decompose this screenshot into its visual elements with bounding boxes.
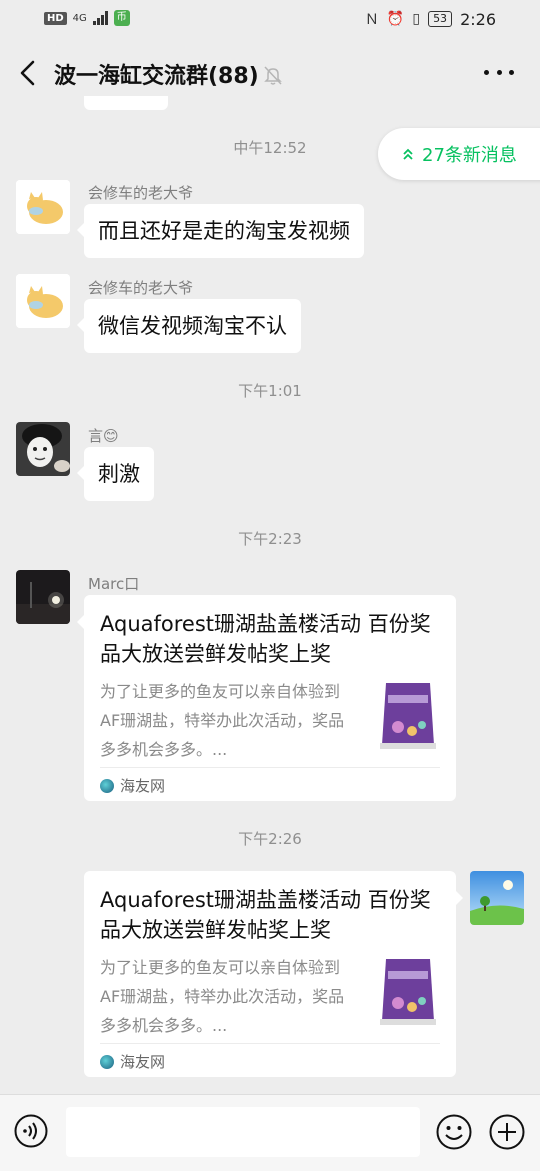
- input-bar: [0, 1094, 540, 1171]
- cat-avatar-icon: [16, 274, 70, 328]
- self-avatar[interactable]: [470, 871, 524, 925]
- cat-avatar-icon: [16, 180, 70, 234]
- face-photo-avatar-icon: [16, 422, 70, 476]
- message-bubble[interactable]: 微信发视频淘宝不认: [77, 299, 301, 353]
- status-bar: HD 4G 币 Ｎ ⏰ ▯ 53 2:26: [0, 0, 540, 40]
- message-bubble[interactable]: 而且还好是走的淘宝发视频: [77, 204, 364, 258]
- status-time: 2:26: [460, 9, 496, 29]
- source-label: 海友网: [120, 777, 166, 795]
- chat-title: 波一海缸交流群(88): [54, 64, 259, 89]
- message-bubble[interactable]: 刺激: [77, 447, 154, 501]
- salt-bag-thumbnail-icon: [376, 677, 440, 751]
- card-source: 海友网: [100, 1051, 165, 1072]
- timestamp: 下午2:23: [238, 530, 302, 548]
- avatar[interactable]: [16, 274, 70, 328]
- alarm-icon: ⏰: [386, 11, 405, 27]
- hd-badge: HD: [44, 11, 67, 25]
- link-card[interactable]: Aquaforest珊湖盐盖楼活动 百份奖品大放送尝鲜发帖奖上奖 为了让更多的鱼…: [84, 871, 463, 1077]
- battery-icon: 53: [428, 11, 453, 27]
- night-street-avatar-icon: [16, 570, 70, 624]
- timestamp: 中午12:52: [233, 139, 307, 157]
- card-divider: [100, 1043, 440, 1044]
- card-source: 海友网: [100, 775, 165, 796]
- source-globe-icon: [100, 1054, 114, 1069]
- message-input[interactable]: [66, 1107, 420, 1157]
- sender-name: 言😊: [88, 427, 119, 445]
- mute-bell-icon: [264, 66, 282, 85]
- avatar[interactable]: [16, 422, 70, 476]
- card-description: 为了让更多的鱼友可以亲自体验到AF珊湖盐，特举办此次活动，奖品多多机会多多。..…: [100, 682, 345, 759]
- back-arrow-icon[interactable]: [14, 58, 44, 88]
- sender-name: 会修车的老大爷: [88, 184, 194, 202]
- landscape-avatar-icon: [470, 871, 524, 925]
- card-divider: [100, 767, 440, 768]
- source-label: 海友网: [120, 1053, 166, 1071]
- signal-icon: [92, 11, 108, 25]
- add-more-icon[interactable]: [489, 1114, 525, 1150]
- card-description: 为了让更多的鱼友可以亲自体验到AF珊湖盐，特举办此次活动，奖品多多机会多多。..…: [100, 958, 345, 1035]
- nfc-icon: Ｎ: [364, 12, 379, 28]
- app-notification-icon: 币: [113, 10, 130, 26]
- timestamp: 下午1:01: [238, 382, 302, 400]
- vibrate-icon: ▯: [412, 11, 421, 27]
- link-card[interactable]: Aquaforest珊湖盐盖楼活动 百份奖品大放送尝鲜发帖奖上奖 为了让更多的鱼…: [77, 595, 456, 801]
- avatar[interactable]: [16, 180, 70, 234]
- sender-name: Marc口: [88, 575, 140, 593]
- previous-message-bubble: [84, 96, 168, 110]
- card-title: Aquaforest珊湖盐盖楼活动 百份奖品大放送尝鲜发帖奖上奖: [100, 888, 431, 942]
- chat-header: 波一海缸交流群(88): [0, 40, 540, 108]
- more-options-icon[interactable]: [484, 60, 514, 84]
- avatar[interactable]: [16, 570, 70, 624]
- voice-input-icon[interactable]: [14, 1114, 48, 1148]
- emoji-icon[interactable]: [436, 1114, 472, 1150]
- timestamp: 下午2:26: [238, 830, 302, 848]
- sender-name: 会修车的老大爷: [88, 279, 194, 297]
- network-label: 4G: [72, 12, 87, 24]
- salt-bag-thumbnail-icon: [376, 953, 440, 1027]
- card-title: Aquaforest珊湖盐盖楼活动 百份奖品大放送尝鲜发帖奖上奖: [100, 612, 431, 666]
- source-globe-icon: [100, 778, 114, 793]
